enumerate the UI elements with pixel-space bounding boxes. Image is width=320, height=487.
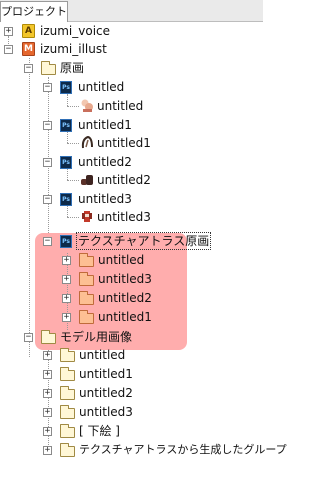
model-project-icon: M (22, 42, 35, 56)
folder-icon (60, 443, 75, 457)
tree-item-model-child[interactable]: + untitled2 (0, 384, 200, 402)
tree-item-label: untitled (97, 99, 144, 113)
tree-item-psd-untitled3[interactable]: − Ps untitled3 (0, 190, 200, 208)
tree-item-label: untitled2 (98, 291, 152, 305)
collapse-minus-icon[interactable]: − (4, 45, 13, 54)
tree-item-psd-untitled[interactable]: − Ps untitled (0, 78, 200, 96)
tree-item-label: untitled3 (79, 405, 133, 419)
collapse-minus-icon[interactable]: − (43, 195, 52, 204)
tree-item-model-child[interactable]: + [ 下絵 ] (0, 422, 200, 440)
tree-item-layer-untitled1[interactable]: untitled1 (0, 134, 200, 152)
tree-item-layer-untitled2[interactable]: untitled2 (0, 171, 200, 189)
collapse-minus-icon[interactable]: − (24, 64, 33, 73)
collapse-minus-icon[interactable]: − (43, 121, 52, 130)
tree-item-atlas-child[interactable]: + untitled2 (0, 289, 200, 307)
tree-item-label: モデル用画像 (60, 330, 133, 344)
folder-icon (79, 253, 94, 267)
tree-item-izumi-voice[interactable]: + A izumi_voice (0, 22, 200, 40)
collapse-minus-icon[interactable]: − (43, 83, 52, 92)
expand-plus-icon[interactable]: + (62, 294, 71, 303)
project-tree-panel: + A izumi_voice − M izumi_illust − 原画 − … (0, 22, 287, 487)
folder-icon (41, 330, 56, 344)
tree-item-texture-atlas[interactable]: − Ps テクスチャアトラス原画 (0, 232, 212, 250)
tree-item-atlas-child[interactable]: + untitled (0, 251, 200, 269)
photoshop-file-icon: Ps (60, 193, 72, 206)
expand-plus-icon[interactable]: + (43, 389, 52, 398)
tree-item-layer-untitled3[interactable]: untitled3 (0, 208, 200, 226)
tree-item-label: untitled1 (98, 310, 152, 324)
folder-icon (79, 310, 94, 324)
tree-item-label: [ 下絵 ] (79, 424, 120, 438)
layer-thumbnail-icon (81, 175, 93, 185)
tree-item-label: untitled2 (97, 173, 151, 187)
photoshop-file-icon: Ps (60, 235, 72, 248)
photoshop-file-icon: Ps (60, 156, 72, 169)
folder-icon (79, 291, 94, 305)
tree-item-izumi-illust[interactable]: − M izumi_illust (0, 40, 200, 58)
tree-item-label: izumi_illust (40, 42, 107, 56)
panel-tab-bar: プロジェクト (0, 0, 263, 22)
tree-item-psd-untitled2[interactable]: − Ps untitled2 (0, 153, 200, 171)
folder-icon (41, 61, 56, 75)
tree-item-label: untitled1 (79, 367, 133, 381)
tree-item-model-images-folder[interactable]: − モデル用画像 (0, 328, 200, 346)
photoshop-file-icon: Ps (60, 119, 72, 132)
tree-item-label: untitled (98, 253, 145, 267)
folder-icon (60, 405, 75, 419)
tree-item-label: テクスチャアトラス原画 (75, 232, 212, 250)
tree-item-model-child[interactable]: + untitled3 (0, 403, 200, 421)
tree-item-label: untitled3 (98, 272, 152, 286)
tree-item-model-child[interactable]: + テクスチャアトラスから生成したグループ (0, 441, 287, 459)
folder-icon (60, 386, 75, 400)
expand-plus-icon[interactable]: + (43, 446, 52, 455)
tree-item-label: untitled (79, 348, 126, 362)
tree-item-label: untitled2 (78, 155, 132, 169)
audio-project-icon: A (22, 24, 35, 38)
tree-item-label: untitled3 (97, 210, 151, 224)
expand-plus-icon[interactable]: + (62, 313, 71, 322)
tree-item-label: untitled1 (97, 136, 151, 150)
tree-item-genga-folder[interactable]: − 原画 (0, 59, 200, 77)
tree-item-psd-untitled1[interactable]: − Ps untitled1 (0, 116, 200, 134)
tree-item-atlas-child[interactable]: + untitled3 (0, 270, 200, 288)
expand-plus-icon[interactable]: + (43, 427, 52, 436)
tree-item-model-child[interactable]: + untitled (0, 346, 200, 364)
layer-thumbnail-icon (81, 99, 93, 112)
tab-project[interactable]: プロジェクト (0, 1, 68, 22)
tree-item-model-child[interactable]: + untitled1 (0, 365, 200, 383)
tree-item-label: 原画 (60, 61, 85, 75)
photoshop-file-icon: Ps (60, 81, 72, 94)
collapse-minus-icon[interactable]: − (43, 158, 52, 167)
layer-thumbnail-icon (81, 135, 93, 149)
tree-item-layer-untitled[interactable]: untitled (0, 97, 200, 115)
folder-icon (60, 348, 75, 362)
tree-item-label: untitled2 (79, 386, 133, 400)
expand-plus-icon[interactable]: + (62, 275, 71, 284)
expand-plus-icon[interactable]: + (43, 408, 52, 417)
tree-item-label: izumi_voice (40, 24, 111, 38)
expand-plus-icon[interactable]: + (43, 351, 52, 360)
collapse-minus-icon[interactable]: − (24, 333, 33, 342)
tree-item-label: untitled1 (78, 118, 132, 132)
layer-thumbnail-icon (82, 211, 92, 222)
tree-item-label: untitled (78, 80, 125, 94)
folder-icon (60, 424, 75, 438)
expand-plus-icon[interactable]: + (4, 27, 13, 36)
expand-plus-icon[interactable]: + (62, 256, 71, 265)
folder-icon (79, 272, 94, 286)
folder-icon (60, 367, 75, 381)
expand-plus-icon[interactable]: + (43, 370, 52, 379)
collapse-minus-icon[interactable]: − (43, 237, 52, 246)
tree-item-atlas-child[interactable]: + untitled1 (0, 308, 200, 326)
tree-item-label: untitled3 (78, 192, 132, 206)
tree-item-label: テクスチャアトラスから生成したグループ (79, 443, 287, 456)
